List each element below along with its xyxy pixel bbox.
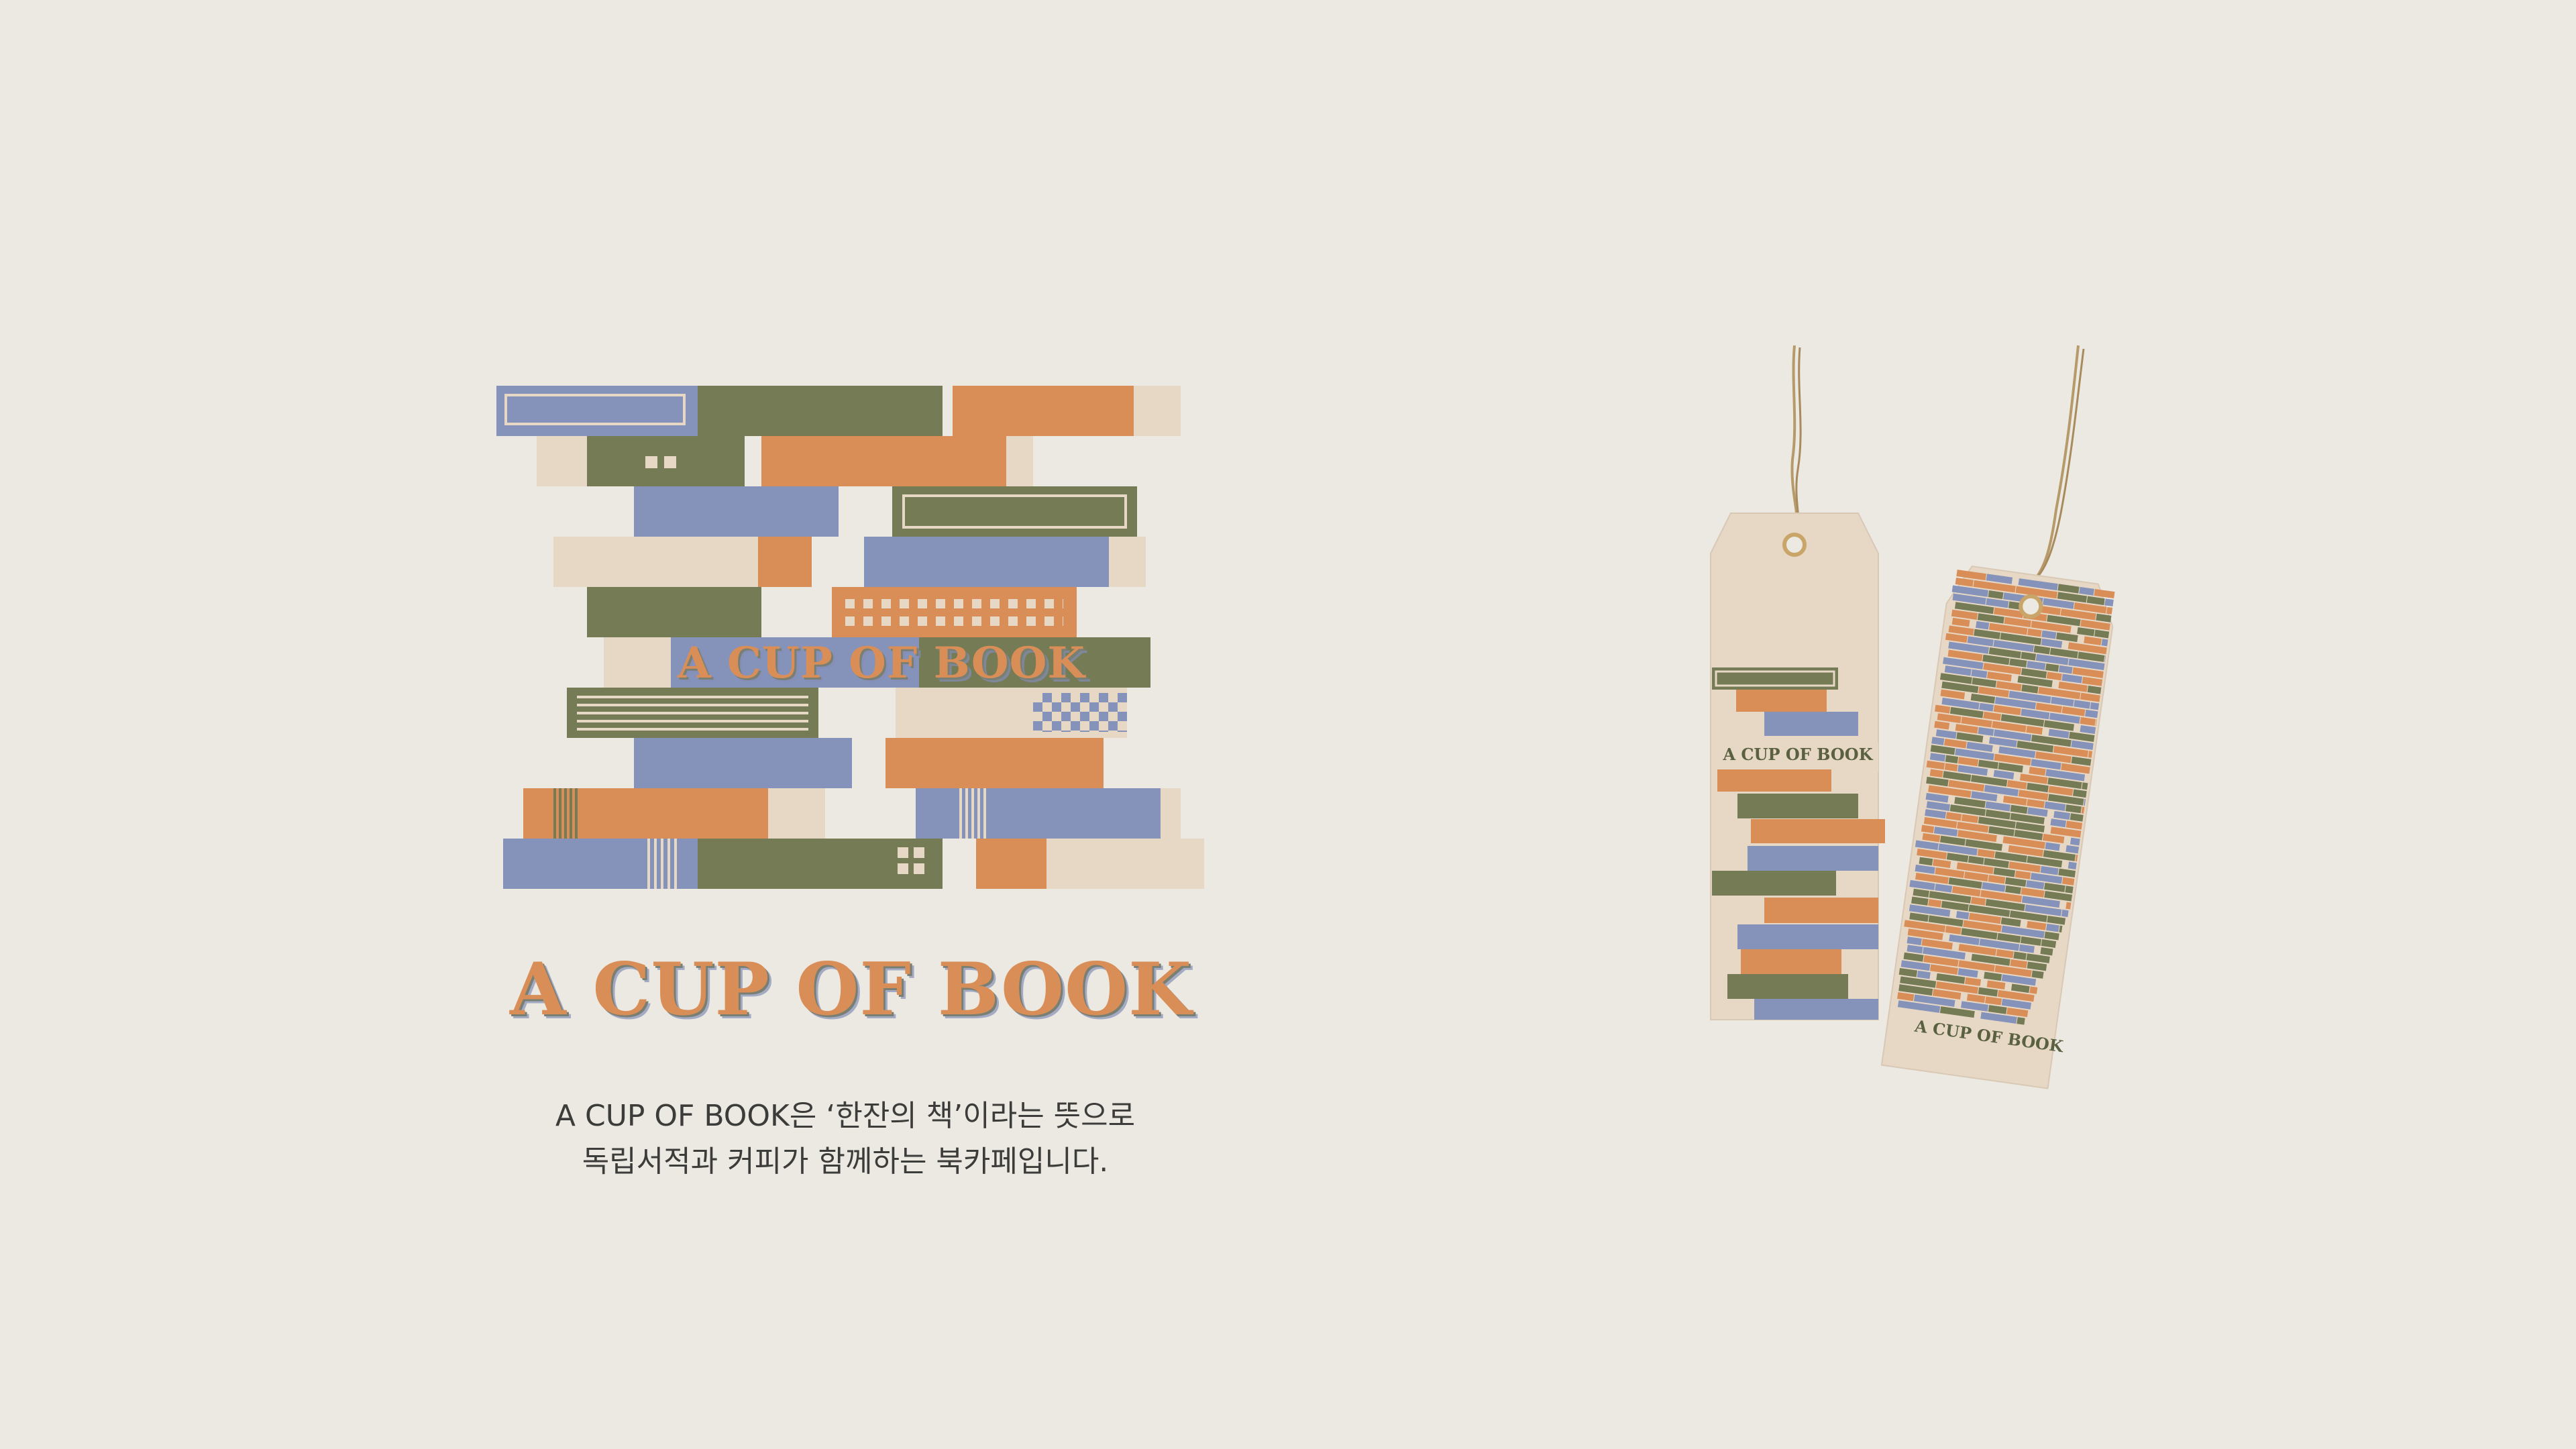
tag-body: [1880, 566, 2115, 1089]
book-spine: [634, 738, 852, 788]
book-spine-checker: [1033, 693, 1127, 732]
hang-tag-right: A CUP OF BOOK: [1878, 342, 2147, 1089]
pattern-book: [2104, 598, 2114, 606]
book-spine: [634, 486, 839, 537]
book-spine: [916, 788, 1161, 839]
book-spine-stripes: [647, 839, 678, 889]
pattern-book: [2106, 606, 2113, 614]
pattern-book: [2101, 639, 2108, 647]
pattern-book: [2090, 702, 2100, 710]
book-spine: [953, 386, 1134, 436]
book-spine-dots: [845, 599, 1063, 626]
book-spine-dot: [898, 863, 908, 874]
book-spine: [587, 587, 761, 637]
book-spine: [1161, 788, 1181, 839]
book-spine-frame: [504, 394, 686, 425]
book-spine-dot: [914, 847, 924, 858]
book-spine: [761, 436, 1006, 486]
hang-tag-left: A CUP OF BOOK: [1704, 342, 1885, 1020]
book-spine: [604, 637, 671, 688]
book-spine-frame: [902, 494, 1127, 529]
intro-text: A CUP OF BOOK은 ‘한잔의 책’이라는 뜻으로 독립서적과 커피가 …: [470, 1093, 1221, 1185]
book-spine: [537, 436, 587, 486]
pattern-book: [2017, 1017, 2025, 1025]
book-spine: [864, 537, 1109, 587]
pattern-book: [2065, 902, 2072, 910]
pattern-book: [2070, 837, 2080, 846]
left-tag-label: A CUP OF BOOK: [1723, 745, 1873, 764]
book-spine: [698, 386, 943, 436]
eyelet-icon: [2019, 594, 2043, 619]
book-spine: [758, 537, 812, 587]
book-spine-stripes: [959, 788, 986, 839]
book-spine-dot: [898, 847, 908, 858]
intro-line-1: A CUP OF BOOK은 ‘한잔의 책’이라는 뜻으로: [555, 1099, 1136, 1133]
book-spine: [768, 788, 825, 839]
pattern-book: [2065, 885, 2074, 894]
tag-body: [1710, 513, 1885, 1020]
pattern-book: [2029, 986, 2038, 994]
book-spine: [1006, 436, 1033, 486]
book-spine-stripes: [553, 788, 580, 839]
pattern-book: [2068, 861, 2077, 870]
book-spine-dot: [645, 456, 657, 468]
book-stack-illustration: A CUP OF BOOK: [496, 386, 1208, 892]
eyelet-icon: [1782, 533, 1807, 557]
book-spine: [885, 738, 1104, 788]
book-spine-stripes: [577, 696, 808, 731]
book-spine: [976, 839, 1046, 889]
pattern-book: [2061, 909, 2069, 918]
book-spine: [1046, 839, 1204, 889]
brand-wordmark: A CUP OF BOOK: [510, 947, 1193, 1032]
intro-line-2: 독립서적과 커피가 함께하는 북카페입니다.: [582, 1144, 1109, 1179]
logo-art-title: A CUP OF BOOK: [678, 638, 1085, 688]
book-spine: [1134, 386, 1181, 436]
pattern-book: [2082, 782, 2088, 790]
book-spine: [1109, 537, 1146, 587]
book-spine-dot: [664, 456, 676, 468]
book-spine-dot: [914, 863, 924, 874]
book-spine: [553, 537, 758, 587]
